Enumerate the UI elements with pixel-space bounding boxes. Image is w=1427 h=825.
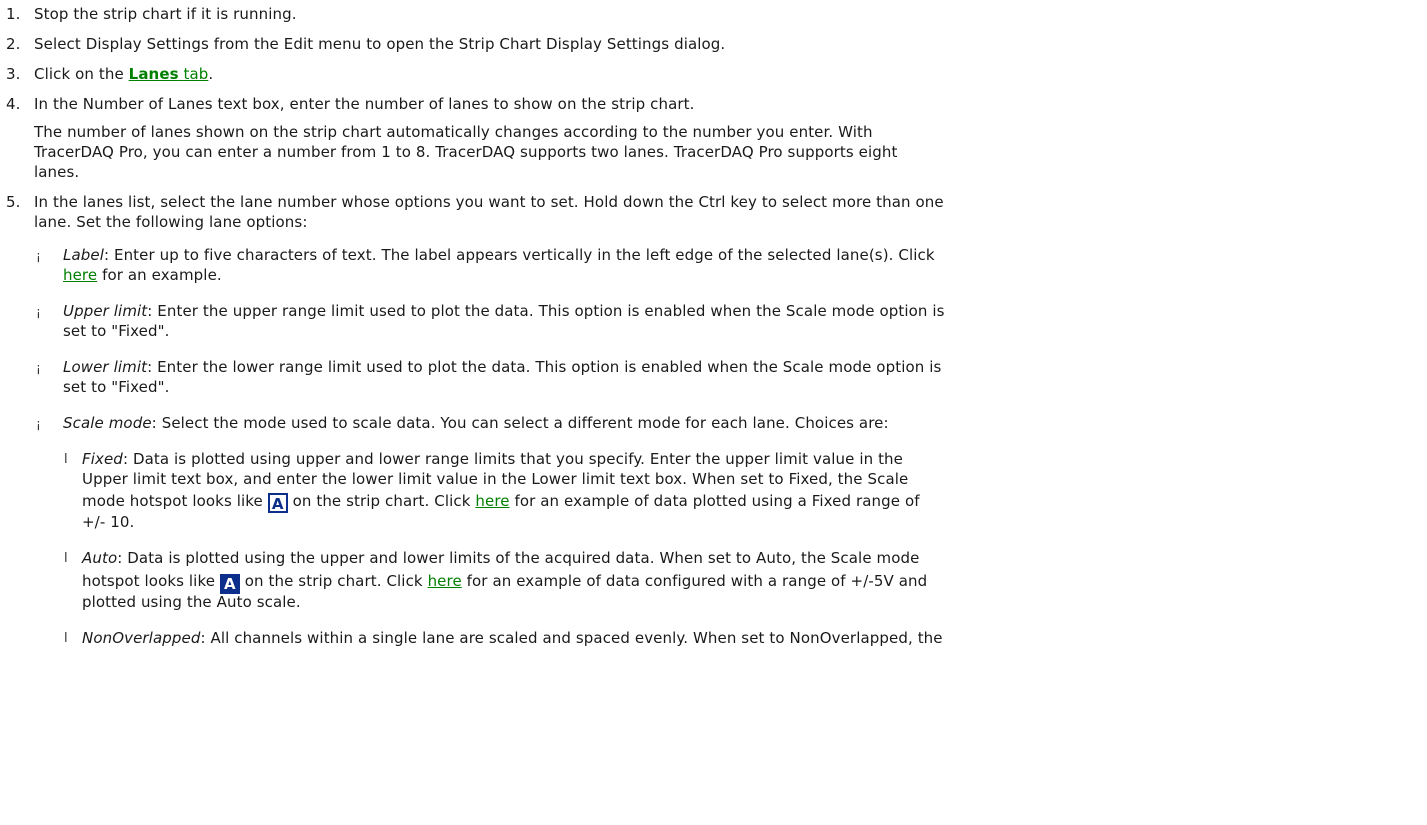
mode-auto-line-1: Auto: Data is plotted using the upper an… <box>82 548 919 568</box>
step-3-text: Click on the Lanes tab. <box>34 64 213 84</box>
mode-fixed-line-1: Fixed: Data is plotted using upper and l… <box>82 449 903 469</box>
step-3-suffix: . <box>208 65 214 83</box>
step-2-number: 2. <box>6 35 21 53</box>
mode-auto-line-3: plotted using the Auto scale. <box>82 593 301 611</box>
option-lower-term: Lower limit <box>63 358 148 376</box>
mode-auto-l2-mid: on the strip chart. Click <box>239 572 428 590</box>
option-bullet-upper: ¡ <box>36 305 41 319</box>
step-1-text: Stop the strip chart if it is running. <box>34 5 297 23</box>
option-upper-desc: : Enter the upper range limit used to pl… <box>147 302 945 320</box>
auto-example-link[interactable]: here <box>428 572 462 590</box>
mode-nonoverlapped-term: NonOverlapped <box>82 629 201 647</box>
step-4-note-line-2: TracerDAQ Pro, you can enter a number fr… <box>34 143 898 161</box>
mode-fixed-desc: : Data is plotted using upper and lower … <box>122 450 903 468</box>
step-5-line-2: lane. Set the following lane options: <box>34 213 308 231</box>
mode-auto-l2-post: for an example of data configured with a… <box>461 572 928 590</box>
option-lower-line-1: Lower limit: Enter the lower range limit… <box>63 357 941 377</box>
step-4-text: In the Number of Lanes text box, enter t… <box>34 95 695 113</box>
mode-nonoverlapped-line-1: NonOverlapped: All channels within a sin… <box>82 628 943 648</box>
mode-auto-desc: : Data is plotted using the upper and lo… <box>117 549 920 567</box>
option-label-desc: : Enter up to five characters of text. T… <box>103 246 935 264</box>
option-scale-term: Scale mode <box>63 414 152 432</box>
mode-fixed-term: Fixed <box>82 450 123 468</box>
step-1-number: 1. <box>6 5 21 23</box>
step-4-note-line-3: lanes. <box>34 163 80 181</box>
option-lower-line-2: set to "Fixed". <box>63 378 170 396</box>
step-3-number: 3. <box>6 65 21 83</box>
option-scale-line-1: Scale mode: Select the mode used to scal… <box>63 413 889 433</box>
scale-fixed-hotspot-icon: A <box>267 493 288 513</box>
mode-auto-l2-pre: hotspot looks like <box>82 572 220 590</box>
mode-fixed-line-2: Upper limit text box, and enter the lowe… <box>82 470 909 488</box>
lanes-tab-link[interactable]: Lanes tab <box>129 65 209 83</box>
lanes-tab-link-rest[interactable]: tab <box>179 65 209 83</box>
step-3-prefix: Click on the <box>34 65 129 83</box>
mode-auto-term: Auto <box>82 549 118 567</box>
step-5-line-1: In the lanes list, select the lane numbe… <box>34 193 944 211</box>
option-bullet-label: ¡ <box>36 249 41 263</box>
option-label-line-2: here for an example. <box>63 265 222 285</box>
option-bullet-lower: ¡ <box>36 361 41 375</box>
option-label-line-1: Label: Enter up to five characters of te… <box>63 245 935 265</box>
step-4-note-line-1: The number of lanes shown on the strip c… <box>34 123 873 141</box>
option-label-desc-2: for an example. <box>97 266 222 284</box>
option-upper-term: Upper limit <box>63 302 148 320</box>
mode-marker-nonoverlapped: l <box>64 631 68 646</box>
fixed-example-link[interactable]: here <box>475 492 509 510</box>
mode-fixed-line-4: +/- 10. <box>82 513 135 531</box>
help-page: 1. Stop the strip chart if it is running… <box>0 0 1427 825</box>
label-example-link[interactable]: here <box>63 266 97 284</box>
mode-fixed-l3-pre: mode hotspot looks like <box>82 492 268 510</box>
mode-auto-line-2: hotspot looks like A on the strip chart.… <box>82 571 927 594</box>
mode-fixed-l3-post: for an example of data plotted using a F… <box>509 492 920 510</box>
step-4-number: 4. <box>6 95 21 113</box>
mode-marker-fixed: l <box>64 452 68 467</box>
scale-auto-hotspot-icon: A <box>219 574 240 594</box>
option-bullet-scale: ¡ <box>36 417 41 431</box>
option-upper-line-2: set to "Fixed". <box>63 322 170 340</box>
mode-fixed-line-3: mode hotspot looks like A on the strip c… <box>82 491 920 513</box>
option-upper-line-1: Upper limit: Enter the upper range limit… <box>63 301 945 321</box>
option-label-term: Label <box>63 246 104 264</box>
mode-nonoverlapped-desc: : All channels within a single lane are … <box>200 629 943 647</box>
lanes-tab-link-bold[interactable]: Lanes <box>129 65 179 83</box>
option-lower-desc: : Enter the lower range limit used to pl… <box>147 358 942 376</box>
option-scale-desc: : Select the mode used to scale data. Yo… <box>151 414 889 432</box>
step-2-text: Select Display Settings from the Edit me… <box>34 35 726 53</box>
step-5-number: 5. <box>6 193 21 211</box>
mode-fixed-l3-mid: on the strip chart. Click <box>287 492 476 510</box>
mode-marker-auto: l <box>64 551 68 566</box>
